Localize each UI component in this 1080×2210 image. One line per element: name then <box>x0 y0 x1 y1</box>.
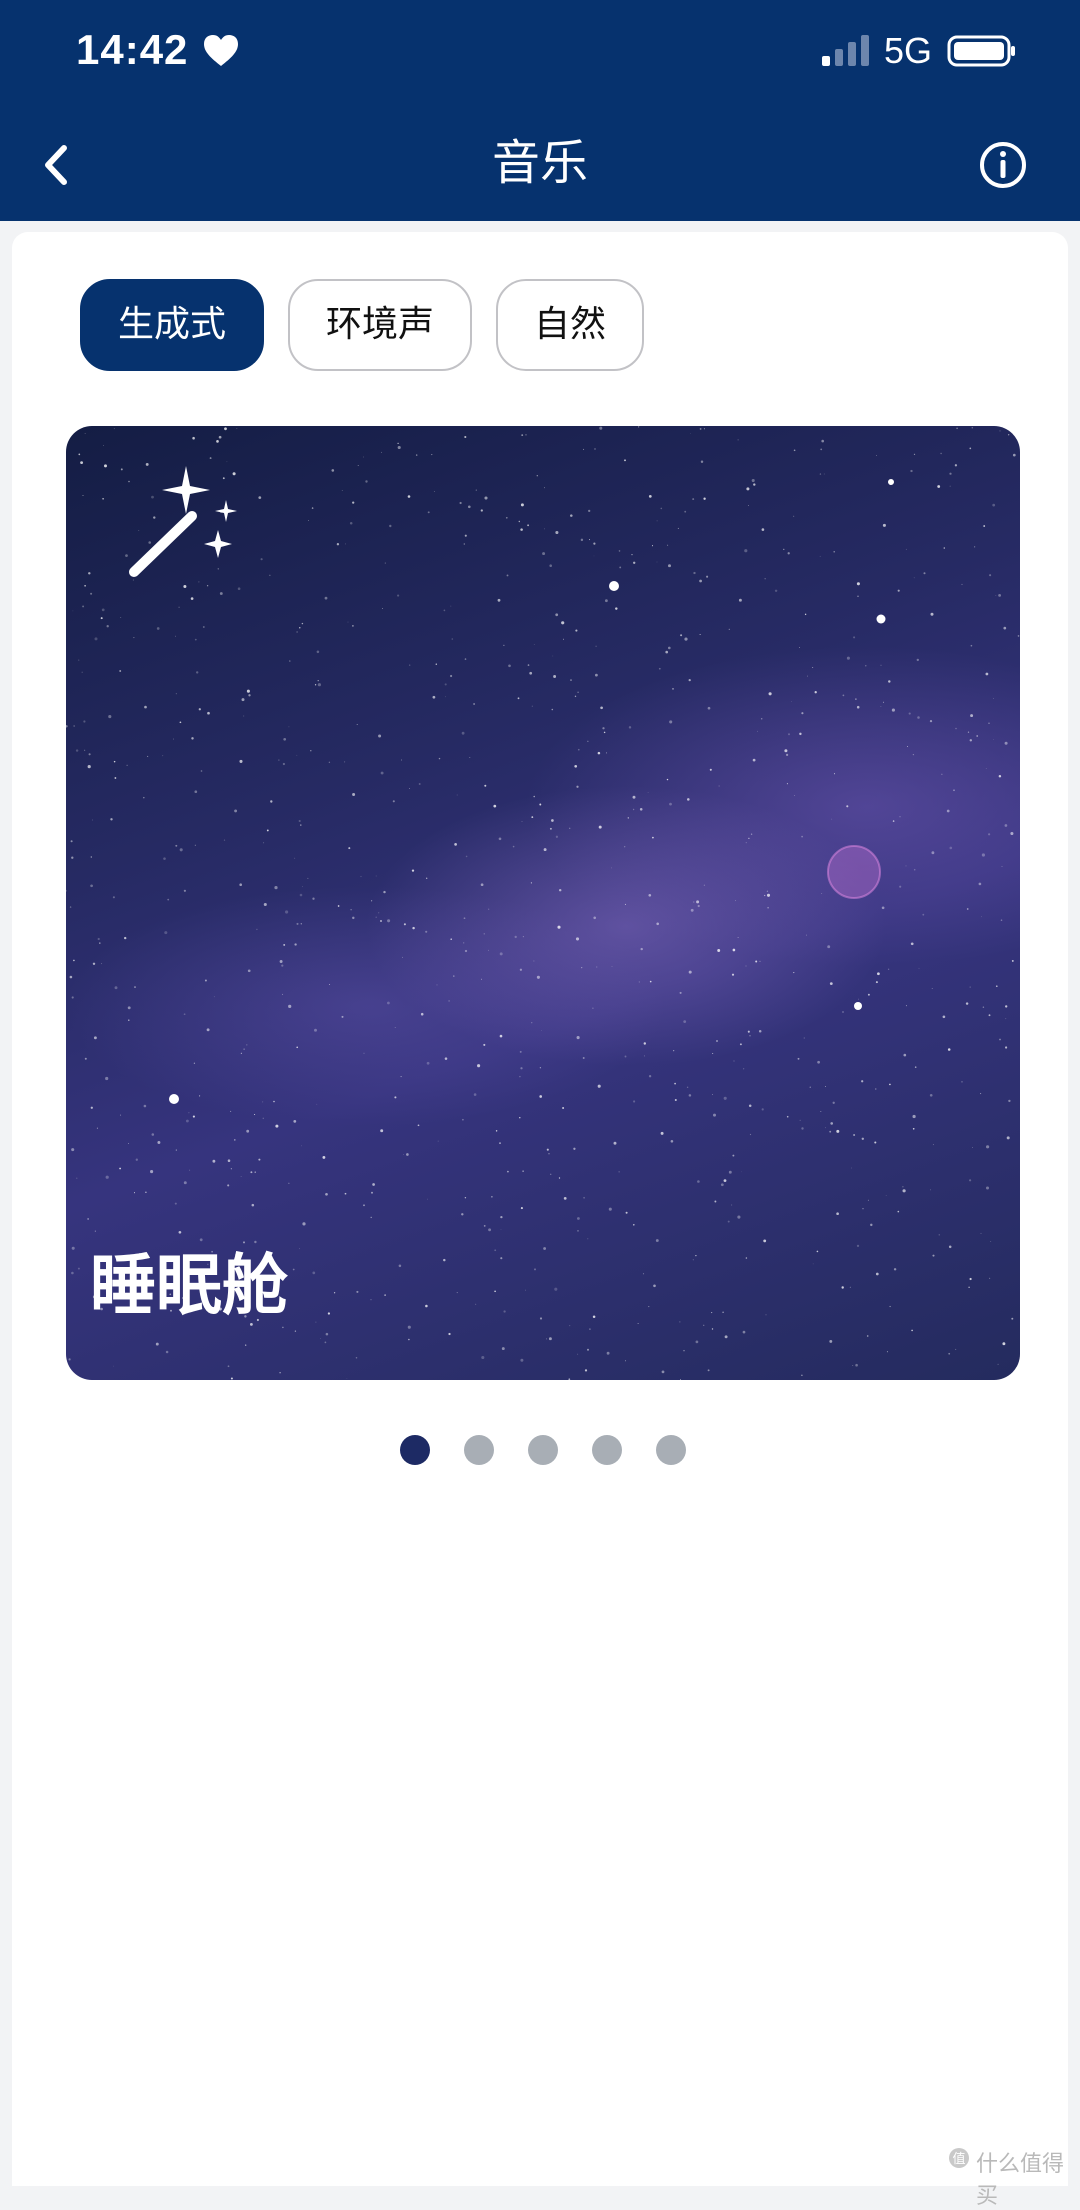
pager-dot[interactable] <box>400 1435 430 1465</box>
signal-icon <box>822 35 869 66</box>
pager-dot[interactable] <box>592 1435 622 1465</box>
svg-text:值: 值 <box>952 2151 965 2167</box>
category-tabs: 生成式 环境声 自然 <box>80 279 668 371</box>
network-label: 5G <box>884 30 933 71</box>
status-time: 14:42 <box>76 26 189 73</box>
heart-icon <box>204 35 238 66</box>
info-button[interactable] <box>978 140 1028 190</box>
card-title: 睡眠舱 <box>90 1247 288 1324</box>
page-title: 音乐 <box>491 135 588 191</box>
tab-generative[interactable]: 生成式 <box>80 279 265 371</box>
tab-ambient[interactable]: 环境声 <box>288 279 473 371</box>
magic-wand-icon <box>129 466 237 577</box>
pager-dot[interactable] <box>464 1435 494 1465</box>
pager-dot[interactable] <box>528 1435 558 1465</box>
battery-icon <box>947 35 1015 67</box>
watermark-text: 什么值得买 <box>976 2152 1065 2209</box>
carousel-pager <box>400 1435 720 1465</box>
watermark-logo-icon: 值 <box>949 2148 969 2168</box>
music-card[interactable]: 睡眠舱 <box>66 426 1020 1380</box>
pager-dot[interactable] <box>656 1435 686 1465</box>
tab-nature[interactable]: 自然 <box>496 279 645 371</box>
